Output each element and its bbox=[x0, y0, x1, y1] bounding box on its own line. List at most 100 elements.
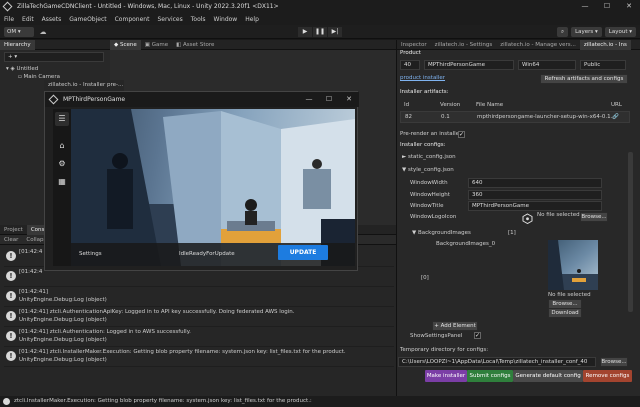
window-width-input[interactable]: 640 bbox=[468, 178, 602, 188]
hierarchy-search-input[interactable]: + ▾ bbox=[4, 52, 104, 62]
window-title-input[interactable]: MPThirdPersonGame bbox=[468, 201, 602, 211]
console-clear-button[interactable]: Clear bbox=[0, 235, 22, 245]
toolbar-right: ⌕ Layers ▾ Layout ▾ bbox=[554, 27, 636, 37]
tab-settings[interactable]: zillatech.io - Settings bbox=[431, 40, 497, 50]
log-entry[interactable]: ! [01:42:41] ztcli.InstallerMaker.Execut… bbox=[4, 347, 394, 367]
menu-services[interactable]: Services bbox=[157, 16, 182, 23]
tab-game-label: Game bbox=[151, 41, 169, 48]
prerender-checkbox[interactable]: ✓ bbox=[458, 131, 465, 138]
tab-asset-store-label: Asset Store bbox=[183, 41, 215, 48]
window-width-label: WindowWidth bbox=[410, 180, 448, 186]
log-entry[interactable]: ! [01:42:41] ztcli.Authentication: Logge… bbox=[4, 327, 394, 347]
menu-tools[interactable]: Tools bbox=[191, 16, 206, 23]
dialog-controls: — ☐ ✕ bbox=[299, 92, 359, 107]
log-entry[interactable]: ! [01:42:41] UnityEngine.Debug:Log (obje… bbox=[4, 287, 394, 307]
hierarchy-scene-row[interactable]: ▾ ◈ Untitled bbox=[6, 65, 38, 73]
log-entry[interactable]: ! [01:42:41] ztcli.AuthenticationApiKey:… bbox=[4, 307, 394, 327]
unity-editor-window: ZillaTechGameCDNClient - Untitled - Wind… bbox=[0, 0, 640, 407]
menu-gameobject[interactable]: GameObject bbox=[69, 16, 106, 23]
temp-dir-input[interactable]: C:\Users\LOOPZI~1\AppData\Local\Temp\zil… bbox=[398, 357, 596, 367]
tab-inspector[interactable]: Inspector bbox=[397, 40, 431, 50]
step-button[interactable]: ▶| bbox=[328, 27, 342, 37]
product-visibility-dropdown[interactable]: Public bbox=[580, 60, 626, 70]
minimize-button[interactable]: — bbox=[574, 0, 596, 13]
link-icon[interactable]: 🔗 bbox=[612, 114, 619, 120]
settings-link[interactable]: Settings bbox=[79, 243, 102, 266]
info-icon: ! bbox=[6, 291, 16, 301]
menu-assets[interactable]: Assets bbox=[42, 16, 62, 23]
bg-image-index: [0] bbox=[421, 275, 429, 281]
make-installer-button[interactable]: Make installer bbox=[425, 370, 467, 382]
static-config-name: static_config.json bbox=[407, 154, 456, 160]
product-platform-field: Win64 bbox=[518, 60, 576, 70]
bg-image-item-label: BackgroundImages_0 bbox=[436, 241, 496, 247]
menu-component[interactable]: Component bbox=[115, 16, 150, 23]
tab-scene[interactable]: ◆ Scene bbox=[110, 39, 141, 50]
bg-images-count: [1] bbox=[508, 230, 516, 236]
layers-dropdown[interactable]: Layers ▾ bbox=[571, 27, 602, 37]
unity-logo-icon bbox=[2, 1, 13, 12]
bg-no-file-text: No file selected bbox=[548, 292, 591, 298]
update-button[interactable]: UPDATE bbox=[278, 245, 328, 260]
dialog-minimize-button[interactable]: — bbox=[299, 92, 319, 107]
info-icon: ! bbox=[6, 331, 16, 341]
log-line-1: [01:42:41] ztcli.AuthenticationApiKey: L… bbox=[19, 309, 295, 315]
maximize-button[interactable]: ☐ bbox=[596, 0, 618, 13]
remove-configs-button[interactable]: Remove configs bbox=[583, 370, 632, 382]
dialog-close-button[interactable]: ✕ bbox=[339, 92, 359, 107]
log-line-2: UnityEngine.Debug:Log (object) bbox=[19, 317, 107, 323]
tab-hierarchy[interactable]: Hierarchy bbox=[0, 39, 35, 50]
refresh-artifacts-button[interactable]: Refresh artifacts and configs bbox=[540, 74, 628, 84]
hierarchy-tabbar: Hierarchy bbox=[0, 39, 110, 50]
thumbnail-illustration bbox=[548, 240, 598, 290]
product-installer-link[interactable]: product installer bbox=[400, 75, 445, 81]
status-text: ztcli.InstallerMaker.Execution: Getting … bbox=[14, 398, 312, 404]
submit-configs-button[interactable]: Submit configs bbox=[467, 370, 513, 382]
search-icon[interactable]: ⌕ bbox=[556, 27, 569, 37]
background-images-foldout[interactable]: ▼ BackgroundImages bbox=[412, 230, 471, 236]
show-settings-label: ShowSettingsPanel bbox=[410, 333, 463, 339]
play-button[interactable]: ▶ bbox=[298, 27, 312, 37]
hamburger-menu-icon[interactable]: ☰ bbox=[55, 112, 69, 126]
close-button[interactable]: ✕ bbox=[618, 0, 640, 13]
background-image-thumbnail bbox=[548, 240, 598, 290]
gear-icon[interactable]: ⚙ bbox=[55, 157, 69, 171]
layout-dropdown[interactable]: Layout ▾ bbox=[604, 27, 636, 37]
tab-asset-store[interactable]: ◧ Asset Store bbox=[172, 40, 218, 50]
installer-preview-tab[interactable]: zillatech.io - Installer pre-... bbox=[44, 80, 124, 91]
generate-default-config-button[interactable]: Generate default config bbox=[513, 370, 583, 382]
dialog-maximize-button[interactable]: ☐ bbox=[319, 92, 339, 107]
cloud-icon[interactable]: ☁ bbox=[38, 27, 48, 37]
info-icon: ! bbox=[6, 351, 16, 361]
window-title-label: WindowTitle bbox=[410, 203, 444, 209]
menu-help[interactable]: Help bbox=[245, 16, 259, 23]
tab-installer[interactable]: zillatech.io - Ins bbox=[579, 39, 631, 50]
bg-download-button[interactable]: Download bbox=[548, 308, 582, 318]
temp-dir-browse-button[interactable]: Browse... bbox=[600, 357, 628, 367]
home-icon[interactable]: ⌂ bbox=[55, 139, 69, 153]
menu-file[interactable]: File bbox=[4, 16, 14, 23]
col-file-name: File Name bbox=[476, 102, 504, 108]
log-line-1: [01:42:41] bbox=[19, 289, 48, 295]
pause-button[interactable]: ❚❚ bbox=[313, 27, 327, 37]
update-status: IdleReadyForUpdate bbox=[179, 251, 235, 257]
logo-browse-button[interactable]: Browse... bbox=[580, 212, 608, 222]
tab-project[interactable]: Project bbox=[0, 225, 27, 235]
add-element-button[interactable]: + Add Element bbox=[432, 321, 478, 331]
artifact-row[interactable]: 82 0.1 mpthirdpersongame-launcher-setup-… bbox=[400, 111, 630, 123]
tab-manage-versions[interactable]: zillatech.io - Manage vers... bbox=[496, 40, 580, 50]
window-height-input[interactable]: 360 bbox=[468, 190, 602, 200]
tab-game[interactable]: ▣ Game bbox=[141, 40, 172, 50]
grid-icon[interactable]: ▦ bbox=[55, 175, 69, 189]
menu-window[interactable]: Window bbox=[214, 16, 238, 23]
menu-edit[interactable]: Edit bbox=[22, 16, 34, 23]
show-settings-checkbox[interactable]: ✓ bbox=[474, 332, 481, 339]
inspector-scrollbar[interactable] bbox=[628, 152, 633, 312]
inspector-tabbar: Inspector zillatech.io - Settings zillat… bbox=[397, 39, 640, 50]
log-line-1: [01:42:41] ztcli.Authentication: Logged … bbox=[19, 329, 191, 335]
info-icon: ! bbox=[6, 311, 16, 321]
style-config-foldout[interactable]: ▼ style_config.json bbox=[402, 167, 454, 173]
window-title: ZillaTechGameCDNClient - Untitled - Wind… bbox=[17, 3, 279, 10]
static-config-foldout[interactable]: ► static_config.json bbox=[402, 154, 456, 160]
account-dropdown[interactable]: OM ▾ bbox=[4, 27, 34, 37]
